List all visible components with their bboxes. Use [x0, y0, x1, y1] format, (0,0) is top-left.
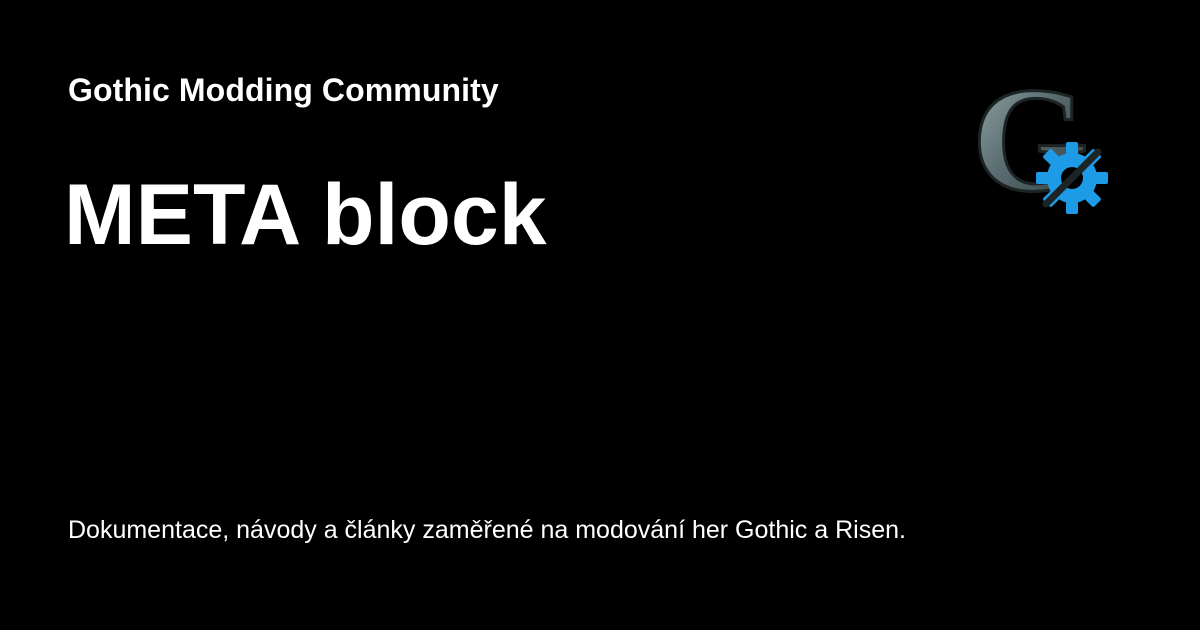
site-name: Gothic Modding Community	[68, 72, 499, 108]
page-title: META block	[64, 167, 547, 263]
logo-graphic: G	[971, 58, 1108, 214]
gear-icon	[1036, 142, 1108, 214]
site-logo: G	[968, 58, 1118, 214]
page-description: Dokumentace, návody a články zaměřené na…	[68, 516, 906, 544]
og-card: Gothic Modding Community META block Doku…	[0, 0, 1200, 630]
